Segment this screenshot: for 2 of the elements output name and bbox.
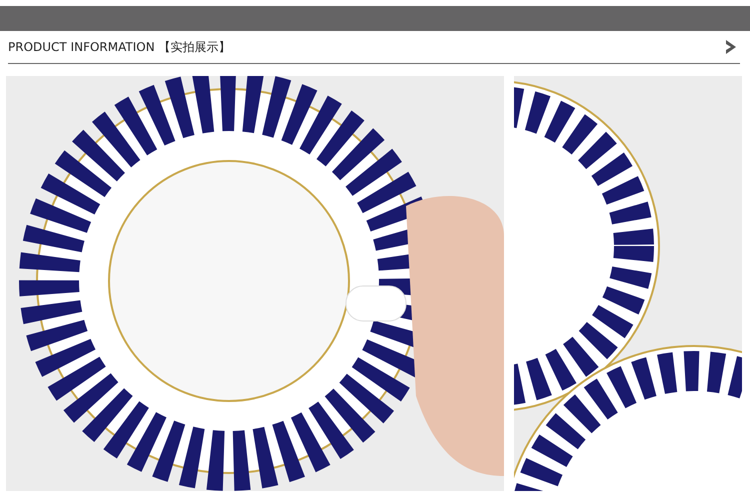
section-title: PRODUCT INFORMATION 【实拍展示】 bbox=[8, 38, 231, 56]
chevron-right-icon bbox=[724, 39, 738, 55]
